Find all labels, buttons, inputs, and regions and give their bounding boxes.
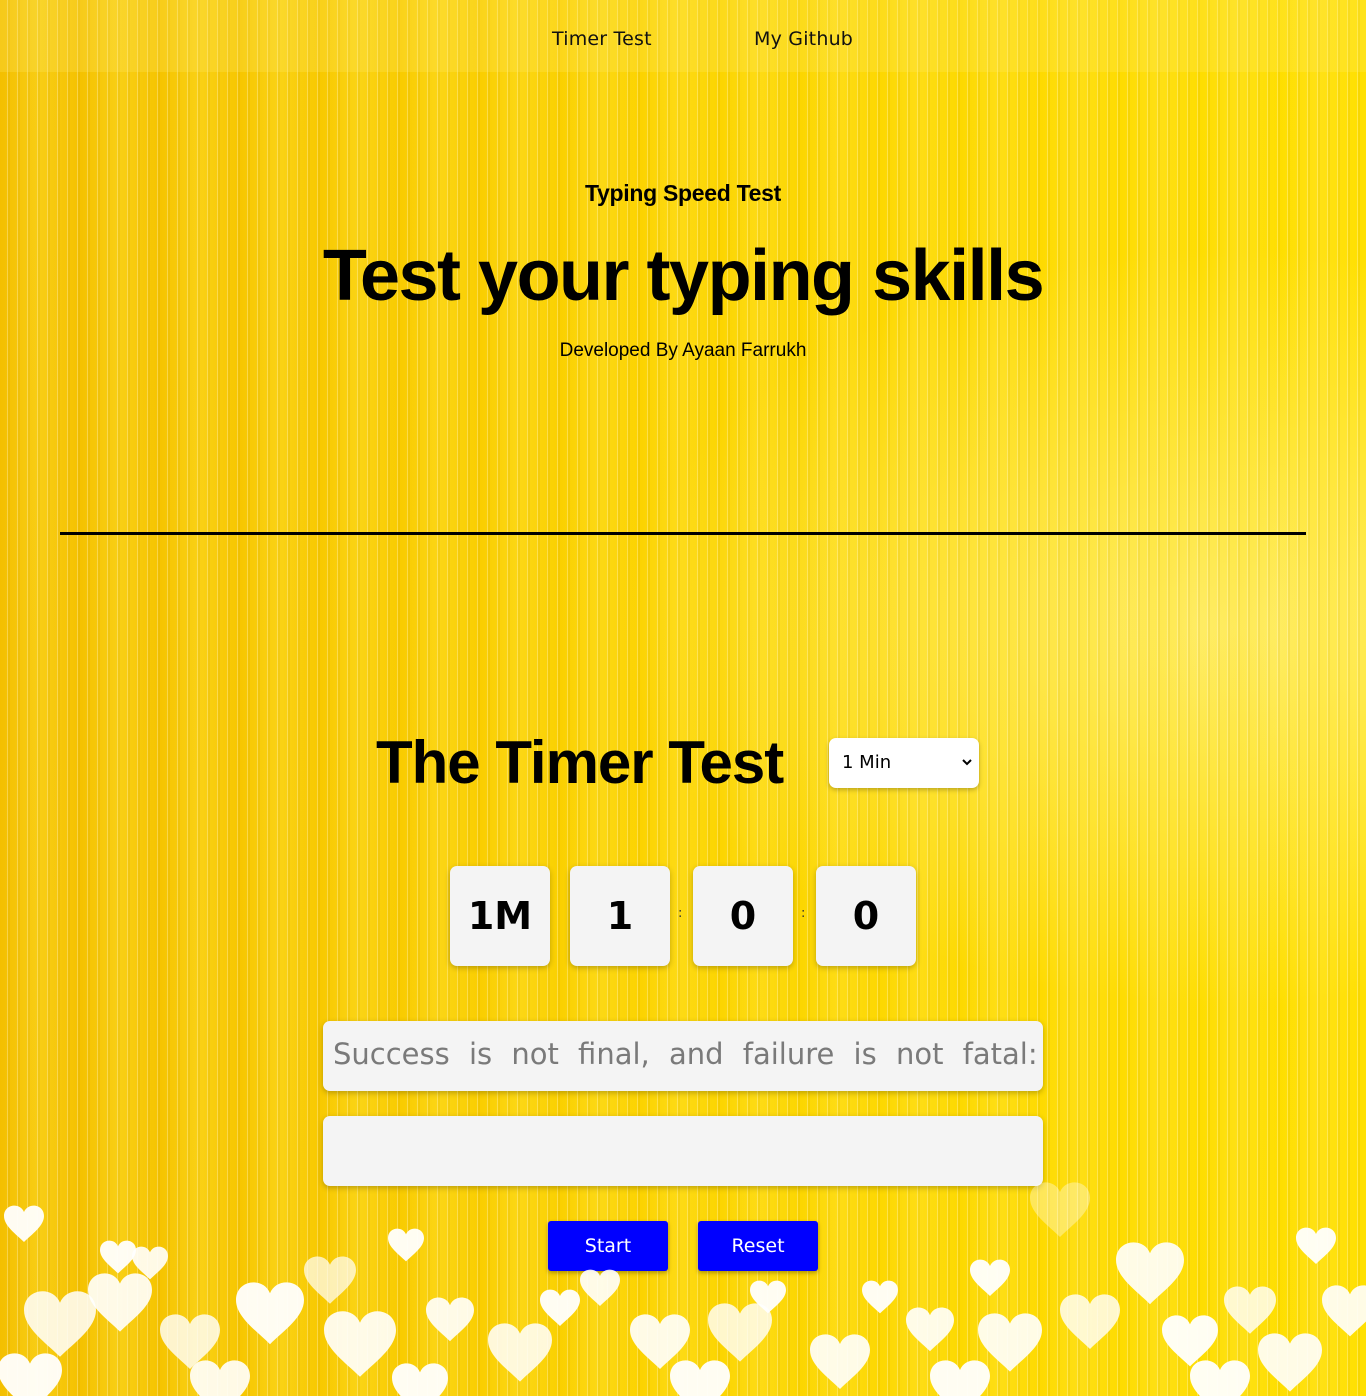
duration-selected-value: 1 Min (842, 752, 892, 773)
start-button[interactable]: Start (548, 1221, 668, 1271)
nav-link-timer-test[interactable]: Timer Test (552, 28, 652, 50)
reset-button[interactable]: Reset (698, 1221, 818, 1271)
timer-seconds-box: 0 (693, 866, 793, 966)
duration-select[interactable]: 1 Min (829, 738, 979, 788)
chevron-down-icon (962, 759, 972, 766)
hero-kicker: Typing Speed Test (585, 180, 781, 206)
timer-test-title: The Timer Test (376, 729, 784, 796)
timer-minutes-value-box: 1 (570, 866, 670, 966)
section-divider (60, 532, 1306, 535)
timer-separator: : (678, 906, 683, 921)
hearts-decoration (0, 1182, 1366, 1396)
timer-minutes-box: 1M (450, 866, 550, 966)
typing-input[interactable] (323, 1116, 1043, 1186)
nav-link-my-github[interactable]: My Github (754, 28, 853, 50)
timer-separator: : (801, 906, 806, 921)
quote-text: Success is not final, and failure is not… (333, 1037, 1043, 1071)
top-nav: Timer Test My Github (0, 0, 1366, 72)
developer-credit: Developed By Ayaan Farrukh (559, 340, 807, 361)
hero-title: Test your typing skills (322, 236, 1045, 316)
timer-milliseconds-box: 0 (816, 866, 916, 966)
quote-display: Success is not final, and failure is not… (323, 1021, 1043, 1091)
